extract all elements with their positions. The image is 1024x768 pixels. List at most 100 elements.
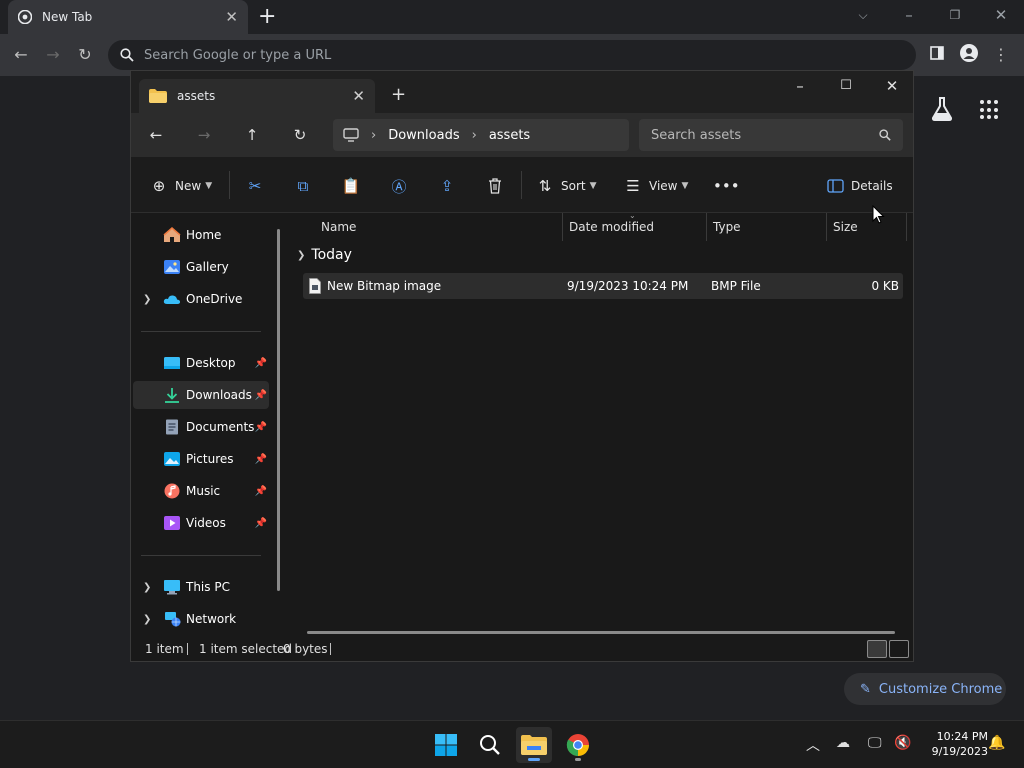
pin-icon[interactable]: 📌 [255,390,267,401]
reload-icon[interactable]: ↻ [74,44,96,66]
file-explorer-folder-icon [521,735,547,755]
more-options-button[interactable]: ••• [713,175,740,197]
sidebar-divider [141,331,261,332]
column-header-date-modified[interactable]: Date modified [563,213,707,241]
chrome-labs-flask-icon[interactable] [930,96,954,122]
share-button[interactable]: ⇪ [437,175,457,197]
sidebar-item-label: Home [186,228,222,242]
back-arrow-icon[interactable]: ← [10,44,32,66]
onedrive-tray-icon[interactable]: ☁ [836,735,850,751]
expand-chevron-icon[interactable]: ❯ [143,614,151,625]
search-assets-input[interactable]: Search assets [639,119,903,151]
notification-bell-icon[interactable]: 🔔 [988,735,1005,751]
trash-icon [489,178,501,194]
paste-button[interactable]: 📋 [341,175,361,197]
refresh-icon[interactable]: ↻ [289,125,311,145]
expand-chevron-icon[interactable]: ❯ [143,294,151,305]
close-explorer-tab-icon[interactable]: ✕ [352,87,365,105]
cut-button[interactable]: ✂ [245,175,265,197]
network-tray-icon[interactable]: 🖵 [868,735,882,751]
sidebar-item-desktop[interactable]: Desktop 📌 [133,349,269,377]
sidebar-item-music[interactable]: Music 📌 [133,477,269,505]
taskbar-file-explorer[interactable] [516,727,552,763]
chrome-tab-new-tab[interactable]: New Tab ✕ [8,0,248,34]
forward-arrow-icon[interactable]: → [193,125,215,145]
sort-button[interactable]: ⇅ Sort ▼ [535,175,597,197]
breadcrumb-downloads[interactable]: Downloads [388,128,459,143]
pin-icon[interactable]: 📌 [255,454,267,465]
close-tab-icon[interactable]: ✕ [225,8,238,26]
sidebar-item-pictures[interactable]: Pictures 📌 [133,445,269,473]
explorer-close-icon[interactable]: ✕ [877,75,907,97]
this-pc-monitor-icon [343,128,359,142]
pin-icon[interactable]: 📌 [255,518,267,529]
side-panel-icon[interactable] [926,44,948,66]
taskbar-chrome[interactable] [560,727,596,763]
details-pane-icon [827,179,844,193]
profile-avatar-icon[interactable] [958,44,980,68]
volume-muted-icon[interactable]: 🔇 [894,735,911,751]
explorer-tab-assets[interactable]: assets ✕ [139,79,375,113]
system-clock[interactable]: 10:24 PM 9/19/2023 [918,729,988,759]
details-pane-button[interactable]: Details [827,175,893,197]
navigation-pane: Home Gallery ❯ OneDrive Desktop 📌 Downlo… [131,213,289,639]
sidebar-item-network[interactable]: ❯ Network [133,605,269,633]
back-arrow-icon[interactable]: ← [145,125,167,145]
column-header-name[interactable]: Name [315,213,563,241]
forward-arrow-icon[interactable]: → [42,44,64,66]
taskbar-search-button[interactable] [472,727,508,763]
breadcrumb-assets[interactable]: assets [489,128,530,143]
pin-icon[interactable]: 📌 [255,422,267,433]
sidebar-item-downloads[interactable]: Downloads 📌 [133,381,269,409]
expand-chevron-icon[interactable]: ❯ [143,582,151,593]
status-divider [330,643,331,655]
desktop-icon [164,357,180,369]
sidebar-item-home[interactable]: Home [133,221,269,249]
sidebar-item-this-pc[interactable]: ❯ This PC [133,573,269,601]
file-list: ⌄ Name Date modified Type Size ❯ Today N… [289,211,913,639]
omnibox[interactable]: Search Google or type a URL [108,40,916,70]
sidebar-item-documents[interactable]: Documents 📌 [133,413,269,441]
new-button[interactable]: ⊕ New ▼ [149,175,212,197]
sidebar-item-label: Videos [186,516,226,530]
explorer-minimize-icon[interactable]: – [785,75,815,97]
new-tab-button[interactable]: + [258,4,276,30]
details-view-toggle-icon[interactable] [867,640,887,658]
explorer-new-tab-button[interactable]: + [391,84,406,105]
status-bar: 1 item 1 item selected 0 bytes [131,639,913,661]
pin-icon[interactable]: 📌 [255,358,267,369]
customize-chrome-button[interactable]: ✎ Customize Chrome [844,673,1006,705]
column-header-type[interactable]: Type [707,213,827,241]
sidebar-scrollbar[interactable] [277,229,280,591]
column-header-size[interactable]: Size [827,213,907,241]
horizontal-scrollbar[interactable] [307,631,895,634]
tiles-view-toggle-icon[interactable] [889,640,909,658]
minimize-icon[interactable]: – [894,4,924,26]
view-list-icon: ☰ [626,177,640,195]
command-divider [521,171,522,199]
sidebar-item-onedrive[interactable]: ❯ OneDrive [133,285,269,313]
home-icon [163,227,181,242]
show-hidden-icons-chevron-icon[interactable]: ︿ [806,735,820,755]
view-button[interactable]: ☰ View ▼ [623,175,688,197]
restore-icon[interactable]: ❐ [940,4,970,26]
share-icon: ⇪ [440,177,454,195]
chrome-menu-icon[interactable]: ⋮ [990,44,1012,66]
sidebar-item-gallery[interactable]: Gallery [133,253,269,281]
address-bar[interactable]: › Downloads › assets [333,119,629,151]
google-apps-icon[interactable] [980,100,1000,120]
close-window-icon[interactable]: ✕ [986,4,1016,26]
table-row[interactable]: New Bitmap image 9/19/2023 10:24 PM BMP … [303,273,903,299]
tab-search-chevron-icon[interactable]: ⌵ [848,4,878,26]
explorer-maximize-icon[interactable]: ☐ [831,75,861,97]
chrome-logo-icon [566,734,589,757]
start-button[interactable] [428,727,464,763]
delete-button[interactable] [485,175,505,197]
pin-icon[interactable]: 📌 [255,486,267,497]
explorer-titlebar: assets ✕ + – ☐ ✕ [131,71,913,113]
sidebar-item-videos[interactable]: Videos 📌 [133,509,269,537]
up-arrow-icon[interactable]: ↑ [241,125,263,145]
group-header-today[interactable]: ❯ Today [297,247,352,263]
copy-button[interactable]: ⧉ [293,175,313,197]
rename-button[interactable]: Ⓐ [389,175,409,197]
